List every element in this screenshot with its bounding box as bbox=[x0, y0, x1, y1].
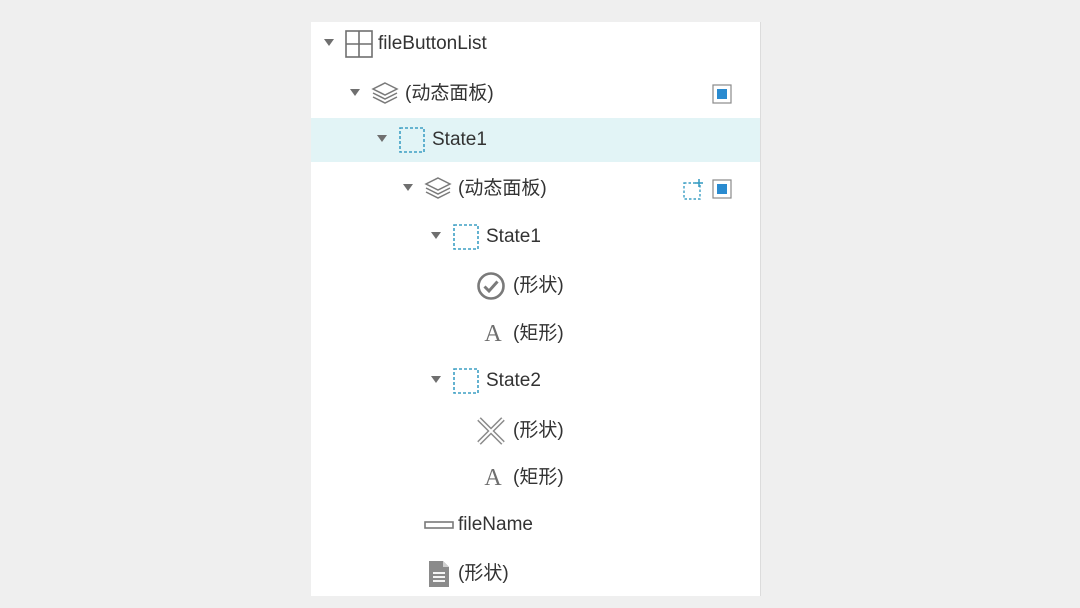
tree-row-filebuttonlist[interactable]: fileButtonList bbox=[311, 22, 760, 66]
tree-item-label: (动态面板) bbox=[405, 83, 494, 104]
tree-item-label: State2 bbox=[486, 370, 541, 391]
tree-row-state1-nested[interactable]: State1 bbox=[311, 215, 760, 259]
state-icon bbox=[451, 366, 481, 396]
outline-panel: fileButtonList (动态面板) State1 (动态面板) Stat… bbox=[311, 22, 761, 596]
tree-row-rectangle-text[interactable]: A (矩形) bbox=[311, 312, 760, 356]
tree-item-label: (矩形) bbox=[513, 467, 564, 488]
tree-item-label: (形状) bbox=[513, 275, 564, 296]
collapse-arrow-icon[interactable] bbox=[377, 135, 387, 142]
text-icon: A bbox=[484, 321, 502, 347]
collapse-arrow-icon[interactable] bbox=[431, 376, 441, 383]
tree-row-shape-check[interactable]: (形状) bbox=[311, 264, 760, 308]
tree-item-label: (动态面板) bbox=[458, 178, 547, 199]
tree-item-label: (矩形) bbox=[513, 323, 564, 344]
collapse-arrow-icon[interactable] bbox=[324, 39, 334, 46]
add-state-icon[interactable] bbox=[682, 179, 703, 200]
tree-row-rectangle-text-2[interactable]: A (矩形) bbox=[311, 456, 760, 500]
tree-row-dynamic-panel-nested[interactable]: (动态面板) bbox=[311, 167, 760, 211]
state-icon bbox=[451, 222, 481, 252]
close-x-icon bbox=[476, 416, 506, 446]
visibility-toggle-icon[interactable] bbox=[712, 84, 732, 104]
tree-item-label: State1 bbox=[486, 226, 541, 247]
tree-row-state2[interactable]: State2 bbox=[311, 359, 760, 403]
tree-row-filename[interactable]: fileName bbox=[311, 503, 760, 547]
collapse-arrow-icon[interactable] bbox=[431, 232, 441, 239]
tree-row-dynamic-panel[interactable]: (动态面板) bbox=[311, 72, 760, 116]
tree-row-state1[interactable]: State1 bbox=[311, 118, 760, 162]
check-circle-icon bbox=[476, 271, 506, 301]
text-icon: A bbox=[484, 465, 502, 491]
tree-item-label: State1 bbox=[432, 129, 487, 150]
text-field-icon bbox=[424, 510, 454, 540]
layers-icon bbox=[370, 79, 400, 109]
layers-icon bbox=[423, 174, 453, 204]
state-icon bbox=[397, 125, 427, 155]
tree-row-shape-close[interactable]: (形状) bbox=[311, 409, 760, 453]
grid-icon bbox=[344, 29, 374, 59]
tree-item-label: (形状) bbox=[513, 420, 564, 441]
collapse-arrow-icon[interactable] bbox=[350, 89, 360, 96]
visibility-toggle-icon[interactable] bbox=[712, 179, 732, 199]
tree-item-label: fileName bbox=[458, 514, 533, 535]
collapse-arrow-icon[interactable] bbox=[403, 184, 413, 191]
document-icon bbox=[424, 559, 454, 589]
tree-item-label: fileButtonList bbox=[378, 33, 487, 54]
tree-row-shape-document[interactable]: (形状) bbox=[311, 552, 760, 596]
tree-item-label: (形状) bbox=[458, 563, 509, 584]
